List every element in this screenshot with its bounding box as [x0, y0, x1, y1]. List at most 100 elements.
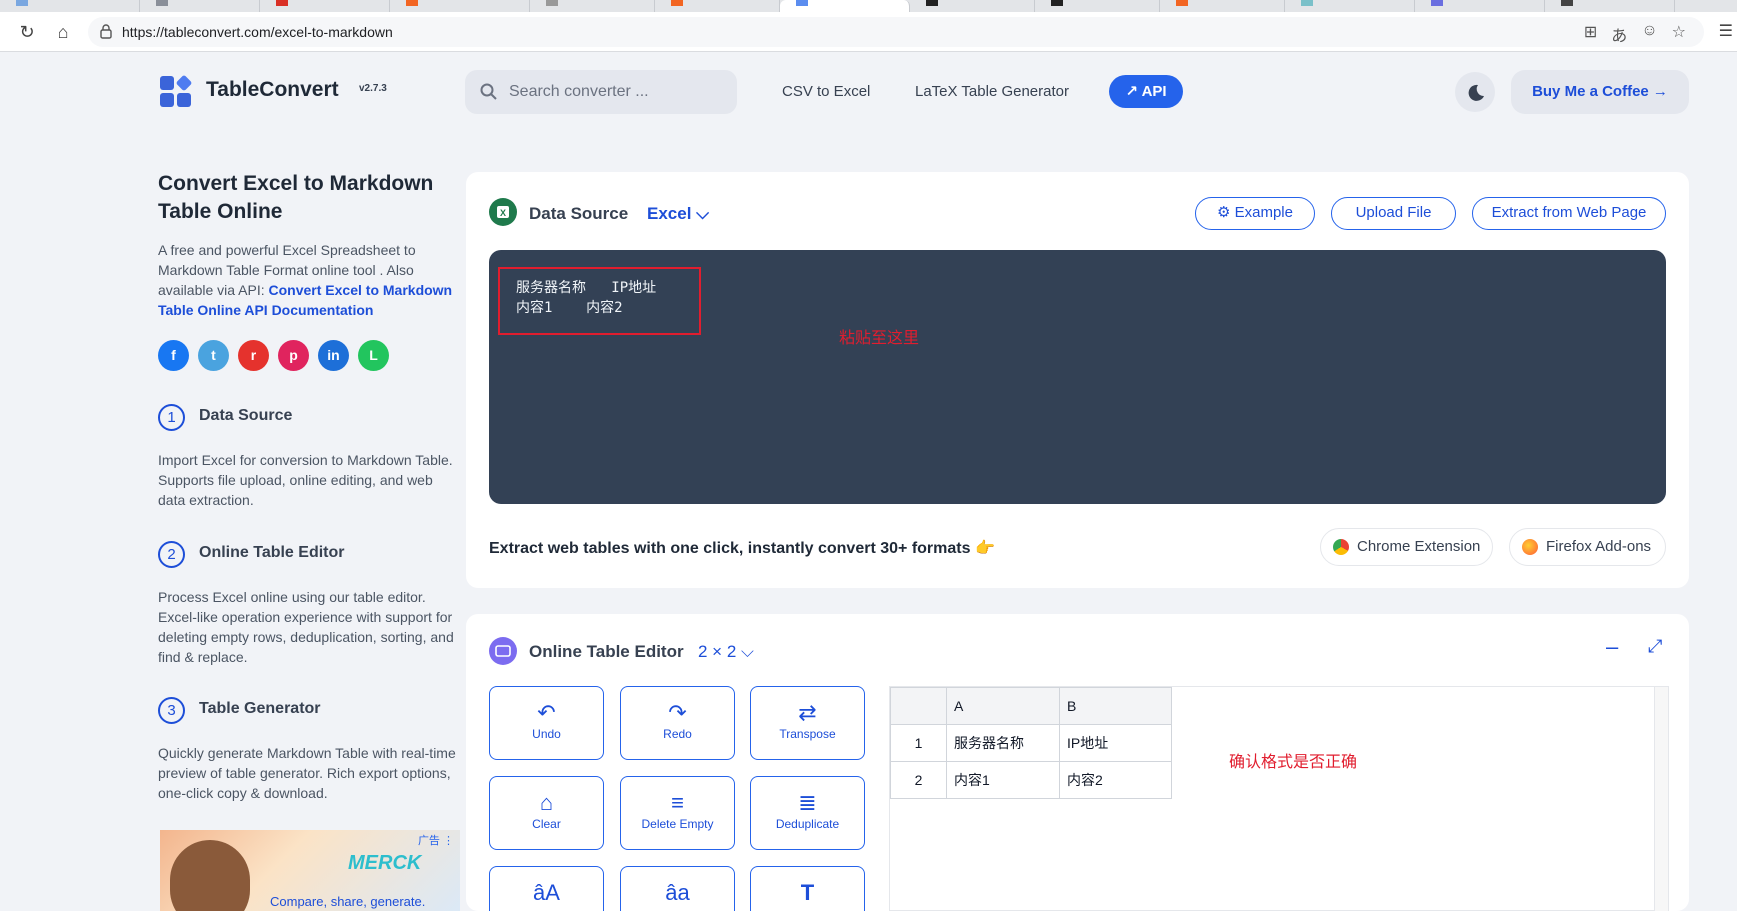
lowercase-icon: âa: [665, 880, 690, 905]
delete-empty-icon: ≡: [671, 790, 684, 815]
logo-text[interactable]: TableConvert: [206, 78, 339, 102]
transpose-button[interactable]: ⇄ Transpose: [750, 686, 865, 760]
clear-icon: ⌂: [539, 790, 554, 815]
translate-icon[interactable]: あ: [1611, 22, 1627, 46]
browser-tab[interactable]: [0, 0, 140, 12]
step-description: Process Excel online using our table edi…: [158, 589, 454, 665]
buy-coffee-button[interactable]: Buy Me a Coffee →: [1511, 70, 1689, 114]
firefox-addon-label: Firefox Add-ons: [1546, 538, 1652, 555]
app-available-icon[interactable]: ⊞: [1584, 22, 1597, 46]
url-field[interactable]: https://tableconvert.com/excel-to-markdo…: [88, 17, 1704, 47]
dark-mode-toggle[interactable]: [1455, 72, 1495, 112]
firefox-addon-button[interactable]: Firefox Add-ons: [1509, 528, 1666, 566]
step-number: 2: [158, 541, 185, 568]
browser-tab[interactable]: [1285, 0, 1415, 12]
step-table-generator: 3 Table Generator Quickly generate Markd…: [158, 697, 458, 807]
input-content: 服务器名称 IP地址 内容1 内容2: [516, 278, 656, 318]
delete-empty-button[interactable]: ≡ Delete Empty: [620, 776, 735, 850]
table-grid[interactable]: A B 1 服务器名称 IP地址 2 内容1 内容2 确认格式是否正确: [889, 686, 1669, 911]
reload-icon[interactable]: ↻: [16, 21, 38, 43]
search-icon: [480, 83, 497, 100]
browser-tab[interactable]: [1160, 0, 1285, 12]
api-button[interactable]: ↗ API: [1109, 75, 1183, 108]
search-placeholder: Search converter ...: [509, 83, 649, 100]
ad-brand: MERCK: [348, 852, 422, 874]
format-select-value: Excel: [647, 204, 692, 223]
table-cell[interactable]: 内容2: [1059, 761, 1172, 799]
minimize-icon[interactable]: –: [1606, 634, 1618, 660]
example-button[interactable]: ⚙ Example: [1195, 197, 1315, 230]
row-number[interactable]: 1: [890, 724, 947, 762]
nav-link-csv-to-excel[interactable]: CSV to Excel: [782, 83, 870, 100]
reddit-icon[interactable]: r: [238, 340, 269, 371]
pinterest-icon[interactable]: p: [278, 340, 309, 371]
firefox-icon: [1522, 539, 1538, 555]
browser-tab[interactable]: [910, 0, 1035, 12]
nav-link-latex-generator[interactable]: LaTeX Table Generator: [915, 83, 1069, 100]
uppercase-button[interactable]: âA: [489, 866, 604, 911]
favorites-list-icon[interactable]: ☰: [1719, 21, 1733, 41]
twitter-icon[interactable]: t: [198, 340, 229, 371]
extract-web-page-button[interactable]: Extract from Web Page: [1472, 197, 1666, 230]
address-bar: ↻ ⌂ https://tableconvert.com/excel-to-ma…: [0, 12, 1737, 52]
chrome-extension-button[interactable]: Chrome Extension: [1320, 528, 1493, 566]
text-format-icon: T: [800, 880, 815, 905]
browser-tab[interactable]: [1545, 0, 1675, 12]
table-cell[interactable]: 内容1: [946, 761, 1060, 799]
rocket-icon: ↗: [1125, 83, 1142, 100]
uppercase-icon: âA: [533, 880, 560, 905]
browser-tab-active[interactable]: [780, 0, 910, 12]
extensions-icon[interactable]: ☺: [1641, 22, 1657, 46]
table-size-select[interactable]: 2 × 2 ⌵: [698, 642, 754, 662]
transpose-label: Transpose: [779, 727, 836, 741]
ad-tagline: Compare, share, generate.: [270, 894, 426, 909]
browser-tab[interactable]: [260, 0, 390, 12]
facebook-icon[interactable]: f: [158, 340, 189, 371]
text-format-button[interactable]: T: [750, 866, 865, 911]
api-button-label: API: [1141, 83, 1167, 100]
browser-tab[interactable]: [390, 0, 530, 12]
column-header[interactable]: B: [1059, 687, 1172, 725]
lowercase-button[interactable]: âa: [620, 866, 735, 911]
browser-tab[interactable]: [140, 0, 260, 12]
upload-file-button[interactable]: Upload File: [1331, 197, 1456, 230]
browser-tab[interactable]: [530, 0, 655, 12]
step-online-table-editor: 2 Online Table Editor Process Excel onli…: [158, 541, 458, 671]
linkedin-icon[interactable]: in: [318, 340, 349, 371]
browser-tab[interactable]: [655, 0, 780, 12]
table-row: 2 内容1 内容2: [890, 761, 1172, 799]
format-select[interactable]: Excel ⌵: [647, 204, 709, 224]
table-cell[interactable]: 服务器名称: [946, 724, 1060, 762]
page-title: Convert Excel to Markdown Table Online: [158, 172, 434, 223]
home-icon[interactable]: ⌂: [52, 21, 74, 43]
chrome-extension-label: Chrome Extension: [1357, 538, 1481, 555]
fullscreen-icon[interactable]: ⤢: [1648, 636, 1662, 657]
svg-text:X: X: [500, 208, 506, 218]
lock-icon: [100, 24, 112, 39]
data-input-textarea[interactable]: 服务器名称 IP地址 内容1 内容2 粘贴至这里: [489, 250, 1666, 504]
ad-label[interactable]: 广告 ⋮: [418, 832, 454, 848]
corner-cell[interactable]: [890, 687, 947, 725]
search-input[interactable]: Search converter ...: [465, 70, 737, 114]
intro-text: A free and powerful Excel Spreadsheet to…: [158, 240, 458, 320]
column-header[interactable]: A: [946, 687, 1060, 725]
table-cell[interactable]: IP地址: [1059, 724, 1172, 762]
undo-button[interactable]: ↶ Undo: [489, 686, 604, 760]
redo-button[interactable]: ↷ Redo: [620, 686, 735, 760]
vertical-scrollbar[interactable]: [1654, 687, 1668, 911]
table-editor-title: Online Table Editor: [529, 642, 684, 661]
clear-button[interactable]: ⌂ Clear: [489, 776, 604, 850]
favorite-star-icon[interactable]: ☆: [1672, 22, 1686, 46]
step-title: Online Table Editor: [199, 544, 345, 561]
browser-tab[interactable]: [1415, 0, 1545, 12]
editor-icon: [489, 637, 517, 665]
advertisement[interactable]: MERCK Compare, share, generate. 广告 ⋮: [160, 830, 460, 911]
logo-icon[interactable]: [160, 74, 193, 108]
example-icon: ⚙: [1217, 204, 1235, 221]
line-icon[interactable]: L: [358, 340, 389, 371]
browser-tab[interactable]: [1035, 0, 1160, 12]
row-number[interactable]: 2: [890, 761, 947, 799]
deduplicate-button[interactable]: ≣ Deduplicate: [750, 776, 865, 850]
chevron-down-icon: ⌵: [741, 642, 754, 661]
step-number: 3: [158, 697, 185, 724]
